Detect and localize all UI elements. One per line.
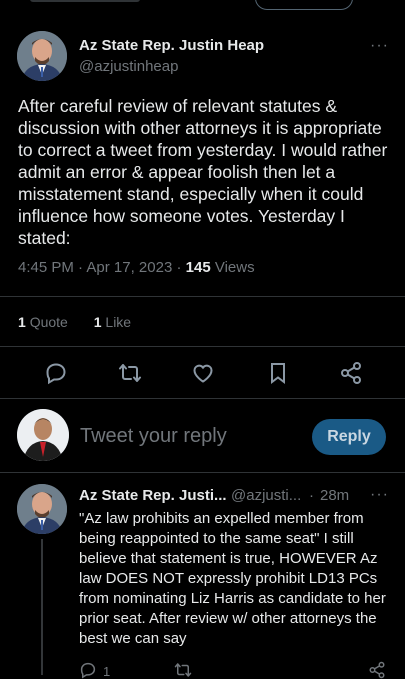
- reply-more-options-icon[interactable]: ···: [370, 486, 389, 504]
- tweet-time: 4:45 PM: [18, 259, 74, 276]
- user-avatar[interactable]: [17, 409, 69, 461]
- reply-author-name[interactable]: Az State Rep. Justi...: [79, 487, 227, 504]
- views-count: 145: [185, 259, 211, 276]
- reply-button[interactable]: Reply: [312, 419, 386, 455]
- tweet-timestamp: 4:45 PM · Apr 17, 2023 · 145 Views: [18, 259, 255, 276]
- share-icon[interactable]: [339, 361, 363, 385]
- tweet-date: Apr 17, 2023: [86, 259, 173, 276]
- reply-icon[interactable]: [44, 361, 68, 385]
- reply-reply-count: 1: [103, 664, 111, 679]
- divider: [0, 472, 405, 473]
- thread-line: [41, 539, 43, 675]
- retweet-icon[interactable]: [118, 361, 142, 385]
- reply-input[interactable]: Tweet your reply: [80, 425, 227, 448]
- divider: [0, 296, 405, 297]
- reply-share-icon[interactable]: [368, 661, 386, 679]
- top-bar: [0, 0, 405, 12]
- reply-author-handle[interactable]: @azjusti...: [231, 487, 301, 504]
- more-options-icon[interactable]: ···: [370, 37, 389, 55]
- views-label: Views: [214, 259, 255, 276]
- quotes-stat[interactable]: 1 Quote: [18, 314, 68, 330]
- reply-age[interactable]: 28m: [320, 487, 349, 504]
- like-count: 1: [93, 314, 102, 330]
- author-name[interactable]: Az State Rep. Justin Heap: [79, 37, 264, 54]
- divider: [0, 398, 405, 399]
- divider: [0, 346, 405, 347]
- quote-label: Quote: [29, 314, 68, 330]
- reply-retweet-icon[interactable]: [174, 661, 192, 679]
- quote-count: 1: [18, 314, 26, 330]
- reply-text: "Az law prohibits an expelled member fro…: [79, 510, 386, 647]
- avatar[interactable]: [17, 31, 67, 81]
- engagement-stats: 1 Quote 1 Like: [18, 314, 131, 330]
- header-fragment: [30, 0, 140, 2]
- like-label: Like: [105, 314, 132, 330]
- reply-separator: ·: [309, 487, 314, 504]
- follow-button-fragment[interactable]: [255, 0, 353, 10]
- tweet-text: After careful review of relevant statute…: [18, 96, 388, 248]
- like-icon[interactable]: [191, 361, 215, 385]
- likes-stat[interactable]: 1 Like: [94, 314, 131, 330]
- reply-reply-icon[interactable]: [79, 661, 97, 679]
- author-handle[interactable]: @azjustinheap: [79, 58, 178, 75]
- bookmark-icon[interactable]: [266, 361, 290, 385]
- reply-author-avatar[interactable]: [17, 484, 67, 534]
